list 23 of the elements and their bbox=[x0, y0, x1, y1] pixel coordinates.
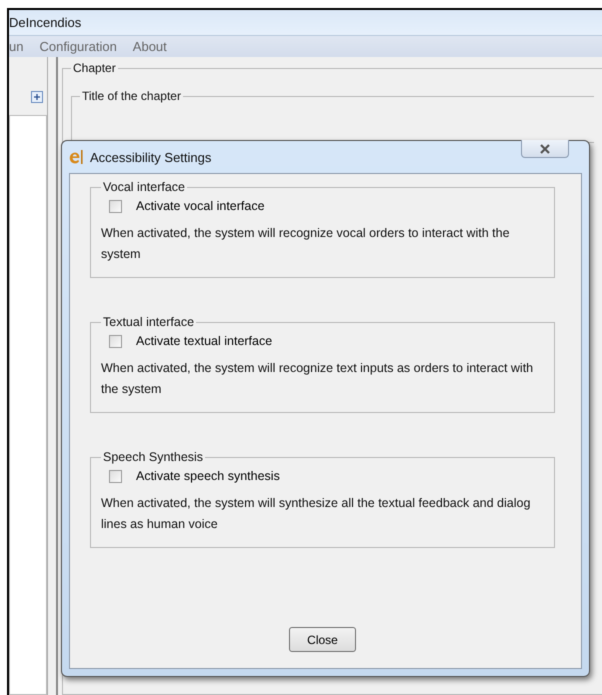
dialog-title: Accessibility Settings bbox=[90, 150, 212, 164]
description-text: When activated, the system will synthesize all the textual feedback and dialog lines as human voice bbox=[101, 495, 532, 533]
expand-icon[interactable] bbox=[31, 91, 43, 103]
group-title: Title of the chapter bbox=[81, 89, 182, 103]
checkbox[interactable] bbox=[109, 200, 122, 212]
section-title: Speech Synthesis bbox=[102, 450, 204, 464]
close-button[interactable]: Close bbox=[289, 627, 356, 652]
menu-item[interactable]: un bbox=[9, 38, 24, 54]
checkbox[interactable] bbox=[109, 334, 122, 348]
window-title: DeIncendios bbox=[9, 14, 82, 30]
menu-item[interactable]: About bbox=[132, 38, 167, 54]
menu-item[interactable]: Configuration bbox=[39, 38, 117, 54]
description-text: When activated, the system will recognize text inputs as orders to interact with the system bbox=[101, 360, 534, 398]
section-title: Vocal interface bbox=[102, 180, 186, 194]
checkbox-label[interactable]: Activate speech synthesis bbox=[136, 469, 280, 483]
section-title: Textual interface bbox=[102, 315, 196, 329]
checkbox-label[interactable]: Activate vocal interface bbox=[136, 199, 265, 213]
app-logo-icon bbox=[68, 148, 84, 166]
description-text: When activated, the system will recognize vocal orders to interact with the system bbox=[101, 225, 511, 263]
checkbox-label[interactable]: Activate textual interface bbox=[136, 334, 272, 348]
group-title: Chapter bbox=[72, 61, 117, 75]
close-icon[interactable] bbox=[521, 140, 569, 158]
checkbox[interactable] bbox=[109, 470, 122, 482]
